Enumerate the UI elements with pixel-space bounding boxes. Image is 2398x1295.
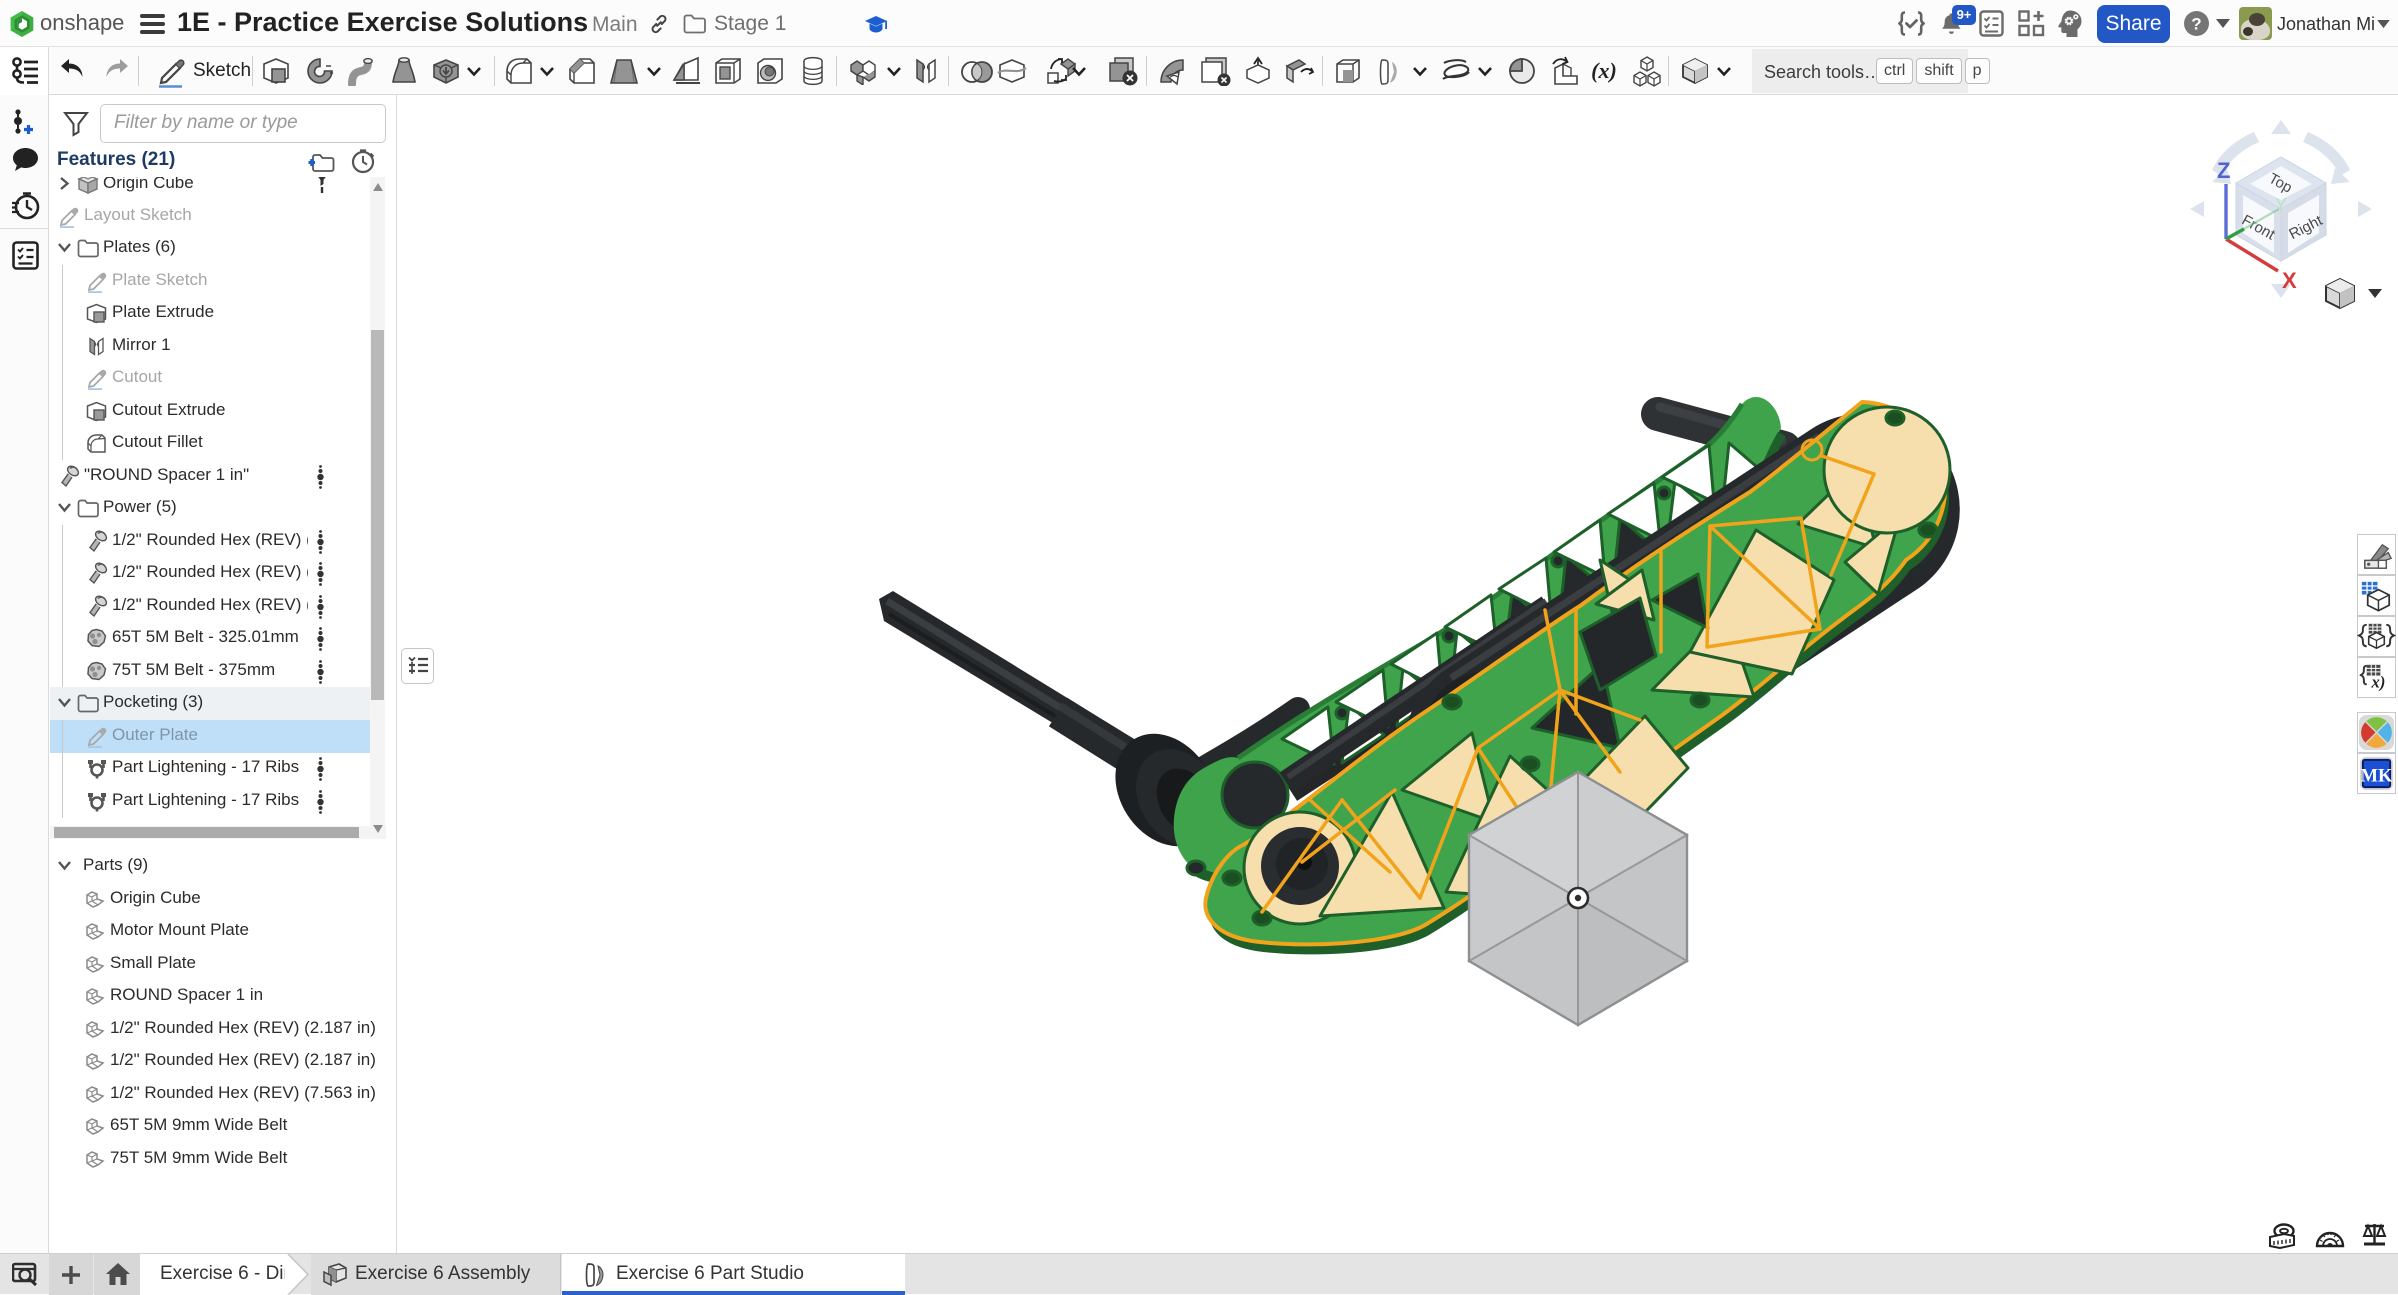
svg-text:(x): (x) bbox=[1591, 59, 1617, 83]
svg-text:x): x) bbox=[2371, 672, 2386, 691]
svg-text:X: X bbox=[2282, 268, 2297, 293]
svg-text:?: ? bbox=[2191, 15, 2201, 34]
svg-text:MK: MK bbox=[2361, 765, 2393, 786]
svg-text:Y: Y bbox=[2275, 195, 2287, 215]
svg-text:Z: Z bbox=[2217, 158, 2230, 183]
